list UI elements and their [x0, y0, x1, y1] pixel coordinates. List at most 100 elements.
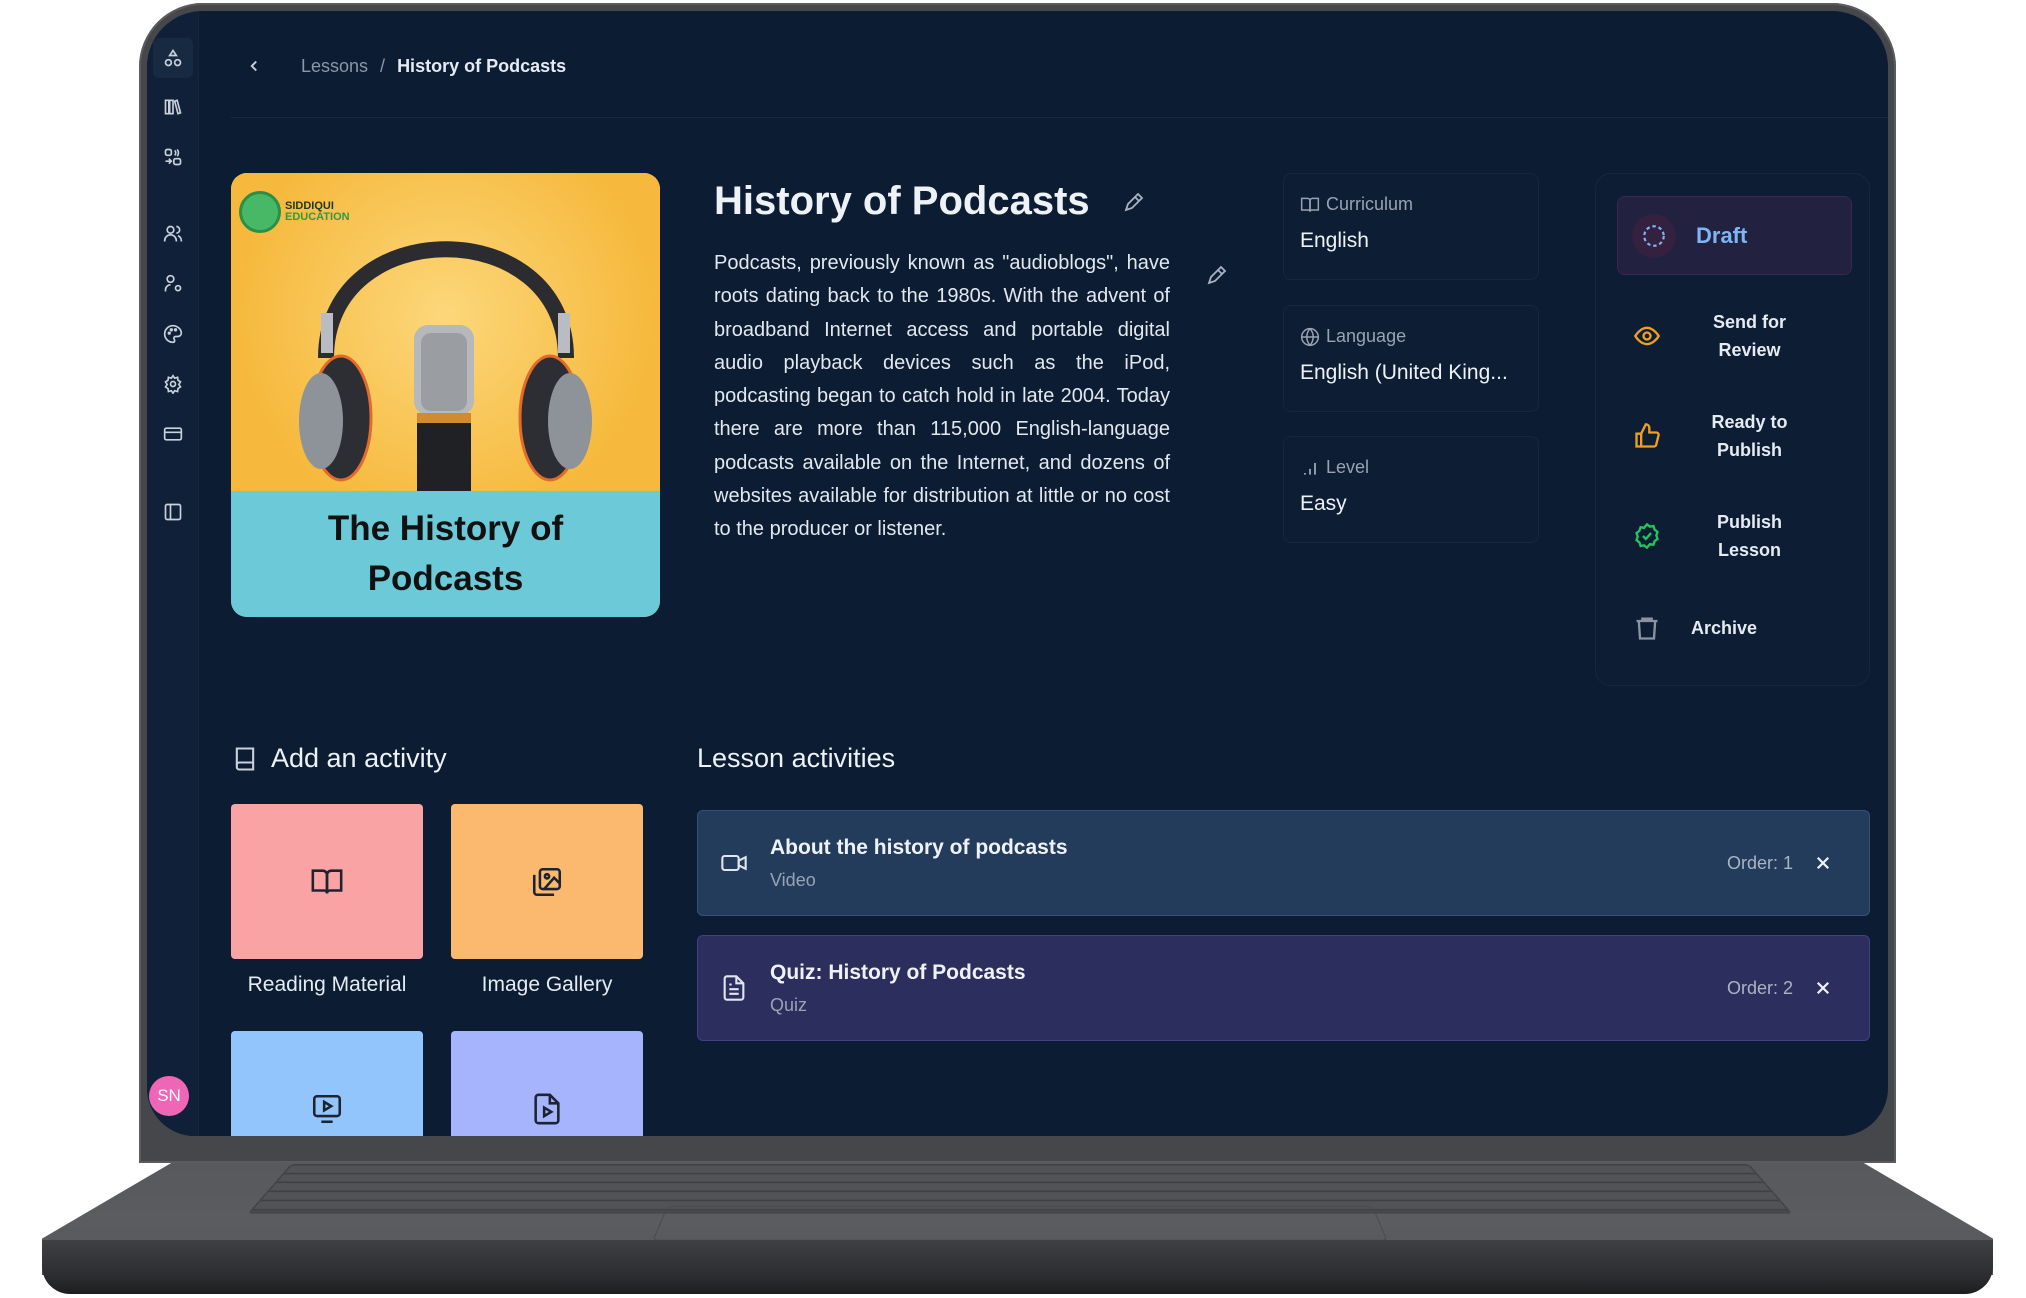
status-draft[interactable]: Draft: [1617, 196, 1852, 275]
brand-line-2: EDUCATION: [285, 211, 350, 223]
publish-lesson-line-1: Publish: [1716, 512, 1782, 532]
file-play-icon: [534, 1093, 560, 1124]
sidebar-item-library[interactable]: [153, 87, 193, 127]
status-draft-icon-wrap: [1632, 213, 1676, 258]
remove-activity-button[interactable]: [1811, 976, 1835, 1000]
sidebar: SN: [147, 11, 199, 1136]
sidebar-item-shapes[interactable]: [153, 38, 193, 78]
ready-to-publish-line-2: Publish: [1716, 440, 1782, 460]
lesson-title: History of Podcasts: [714, 179, 1090, 223]
lesson-activities-heading: Lesson activities: [697, 743, 896, 773]
curriculum-card[interactable]: Curriculum English: [1283, 173, 1539, 280]
users-icon: [163, 225, 183, 242]
add-activity-title: Add an activity: [271, 743, 447, 773]
close-icon: [1816, 856, 1830, 870]
level-label: Level: [1326, 457, 1370, 477]
edit-description-button[interactable]: [1203, 261, 1231, 289]
palette-icon: [163, 324, 183, 344]
activity-type: Quiz: [770, 994, 808, 1015]
video-camera-icon: [721, 854, 747, 872]
lesson-description: Podcasts, previously known as "audioblog…: [714, 252, 1170, 541]
level-label-row: Level: [1300, 457, 1522, 478]
back-button[interactable]: [243, 55, 265, 77]
breadcrumb: Lessons / History of Podcasts: [243, 55, 566, 77]
ready-to-publish-button[interactable]: Ready to Publish: [1617, 396, 1852, 476]
sidebar-toggle-icon: [164, 503, 182, 521]
brand-logo-mark: [239, 191, 281, 233]
level-card[interactable]: Level Easy: [1283, 436, 1539, 543]
add-image-gallery-tile[interactable]: [451, 804, 643, 959]
user-settings-icon: [164, 274, 182, 292]
remove-activity-button[interactable]: [1811, 851, 1835, 875]
cover-caption-line-1: The History of: [327, 509, 564, 548]
user-avatar[interactable]: SN: [149, 1076, 189, 1116]
header-divider: [231, 117, 1888, 118]
library-icon: [164, 99, 182, 115]
shapes-icon: [164, 48, 182, 67]
document-icon: [723, 975, 745, 1001]
activity-type: Video: [770, 869, 816, 890]
globe-icon: [1300, 327, 1320, 346]
archive-label: Archive: [1691, 618, 1758, 638]
eye-icon: [1633, 326, 1661, 346]
archive-button[interactable]: Archive: [1617, 588, 1852, 668]
brand-logo: SIDDIQUI EDUCATION: [239, 191, 350, 233]
curriculum-label-row: Curriculum: [1300, 194, 1522, 215]
language-label-row: Language: [1300, 326, 1522, 347]
edit-title-button[interactable]: [1120, 188, 1148, 216]
add-video-tile[interactable]: [231, 1031, 423, 1136]
book-icon: [235, 746, 255, 771]
reading-material-label: Reading Material: [247, 973, 407, 996]
lesson-cover-image[interactable]: SIDDIQUI EDUCATION The History of Podcas…: [231, 173, 660, 617]
sidebar-toggle[interactable]: [153, 492, 193, 532]
sidebar-item-activities[interactable]: [153, 137, 193, 177]
sidebar-item-theme[interactable]: [153, 314, 193, 354]
pencil-icon: [1124, 192, 1143, 211]
pencil-icon: [1207, 265, 1227, 285]
activity-title: Quiz: History of Podcasts: [770, 960, 1026, 984]
images-icon: [532, 867, 562, 896]
status-draft-label: Draft: [1696, 222, 1748, 248]
activity-texts: Quiz: History of Podcasts Quiz: [770, 961, 1727, 1016]
brand-logo-text: SIDDIQUI EDUCATION: [285, 201, 350, 223]
sidebar-item-user-settings[interactable]: [153, 264, 193, 304]
signal-icon: [1304, 462, 1316, 475]
sidebar-item-settings[interactable]: [153, 364, 193, 404]
publish-lesson-label: Publish Lesson: [1677, 508, 1852, 564]
send-for-review-line-1: Send for: [1712, 312, 1786, 332]
laptop-trackpad: [652, 1206, 1388, 1241]
lesson-activity-row[interactable]: Quiz: History of Podcasts Quiz Order: 2: [697, 935, 1870, 1041]
cover-caption: The History of Podcasts: [231, 491, 660, 617]
dashed-circle-icon: [1643, 224, 1665, 247]
lesson-activity-row[interactable]: About the history of podcasts Video Orde…: [697, 810, 1870, 916]
sidebar-item-users[interactable]: [153, 214, 193, 254]
add-reading-material-tile[interactable]: [231, 804, 423, 959]
activity-texts: About the history of podcasts Video: [770, 836, 1727, 891]
activity-order: Order: 2: [1726, 977, 1793, 998]
archive-icon-wrap: [1617, 614, 1677, 642]
status-panel: Draft Send for Review Ready to Publish Pub…: [1595, 173, 1870, 686]
level-value: Easy: [1300, 492, 1347, 515]
breadcrumb-current: History of Podcasts: [397, 55, 567, 76]
laptop-mockup: SN Lessons / History of Podcasts SIDDIQU…: [0, 0, 2026, 1298]
curriculum-value: English: [1300, 229, 1369, 252]
publish-lesson-button[interactable]: Publish Lesson: [1617, 496, 1852, 576]
image-gallery-label: Image Gallery: [481, 973, 613, 996]
language-value: English (United King...: [1300, 361, 1508, 384]
sidebar-item-billing[interactable]: [153, 414, 193, 454]
language-card[interactable]: Language English (United King...: [1283, 305, 1539, 412]
ready-to-publish-icon-wrap: [1617, 422, 1677, 450]
send-for-review-icon-wrap: [1617, 322, 1677, 350]
breadcrumb-separator: /: [380, 55, 386, 76]
video-screen-icon: [312, 1094, 342, 1123]
book-open-icon: [311, 868, 343, 894]
badge-check-icon: [1635, 522, 1659, 550]
thumbs-up-icon: [1635, 423, 1660, 448]
ready-to-publish-line-1: Ready to: [1711, 412, 1788, 432]
add-file-media-tile[interactable]: [451, 1031, 643, 1136]
gear-icon: [164, 374, 182, 394]
breadcrumb-lessons-link[interactable]: Lessons: [301, 56, 368, 77]
send-for-review-line-2: Review: [1718, 340, 1781, 360]
send-for-review-button[interactable]: Send for Review: [1617, 296, 1852, 376]
close-icon: [1816, 981, 1830, 995]
